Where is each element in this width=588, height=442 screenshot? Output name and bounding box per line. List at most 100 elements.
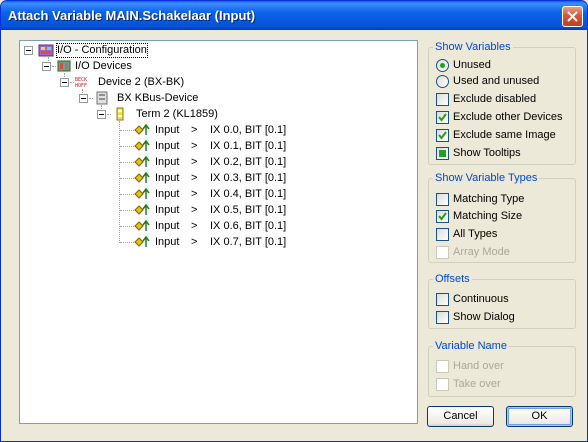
- tree-node-input[interactable]: Input > IX 0.4, BIT [0.1]: [20, 187, 320, 202]
- collapse-toggle-icon[interactable]: [24, 46, 33, 55]
- tree-node-term-2[interactable]: Term 2 (KL1859): [20, 107, 240, 122]
- tree-node-input[interactable]: Input > IX 0.1, BIT [0.1]: [20, 139, 320, 154]
- collapse-toggle-icon[interactable]: [60, 78, 69, 87]
- input-variable-icon: [134, 187, 150, 199]
- input-address: IX 0.4, BIT [0.1]: [210, 188, 287, 200]
- input-variable-icon: [134, 203, 150, 215]
- input-name: Input: [155, 188, 180, 200]
- input-arrow: >: [191, 204, 198, 216]
- input-address: IX 0.6, BIT [0.1]: [210, 220, 287, 232]
- collapse-toggle-icon[interactable]: [97, 110, 106, 119]
- offsets-group: Offsets Continuous Show Dialog: [428, 273, 576, 329]
- title-bar[interactable]: Attach Variable MAIN.Schakelaar (Input): [1, 1, 587, 30]
- group-title: Show Variable Types: [433, 172, 540, 184]
- tree-node-io-configuration[interactable]: I/O - Configuration: [20, 43, 220, 58]
- show-variables-group: Show Variables Unused Used and unused Ex…: [428, 41, 576, 165]
- tree-connector: [120, 226, 134, 227]
- tree-node-input[interactable]: Input > IX 0.3, BIT [0.1]: [20, 171, 320, 186]
- input-name: Input: [155, 156, 180, 168]
- tree-connector: [120, 146, 134, 147]
- radio-selected-dot: [440, 63, 445, 68]
- tree-node-io-devices[interactable]: I/O Devices: [20, 59, 220, 74]
- option-label: Exclude same Image: [453, 129, 556, 141]
- input-name: Input: [155, 204, 180, 216]
- checkbox-icon[interactable]: [436, 293, 449, 306]
- option-label: Continuous: [453, 293, 509, 305]
- checkbox-checked-icon[interactable]: [436, 210, 449, 223]
- kbus-device-icon: [96, 91, 108, 105]
- tree-connector: [120, 162, 134, 163]
- tree-label: BX KBus-Device: [117, 92, 199, 104]
- group-title: Show Variables: [433, 41, 513, 53]
- input-variable-icon: [134, 139, 150, 151]
- input-address: IX 0.3, BIT [0.1]: [210, 172, 287, 184]
- checkbox-disabled-icon: [436, 360, 449, 373]
- radio-button-icon[interactable]: [436, 59, 449, 72]
- input-variable-icon: [134, 171, 150, 183]
- cancel-button[interactable]: Cancel: [427, 406, 494, 427]
- group-title: Offsets: [433, 273, 472, 285]
- input-arrow: >: [191, 172, 198, 184]
- tree-node-bx-kbus-device[interactable]: BX KBus-Device: [20, 91, 240, 106]
- input-arrow: >: [191, 156, 198, 168]
- close-icon: [567, 11, 578, 22]
- input-name: Input: [155, 236, 180, 248]
- input-arrow: >: [191, 124, 198, 136]
- checkbox-icon[interactable]: [436, 93, 449, 106]
- checkbox-icon[interactable]: [436, 193, 449, 206]
- group-title: Variable Name: [433, 340, 509, 352]
- ok-button[interactable]: OK: [506, 406, 573, 427]
- io-devices-icon: [57, 60, 71, 72]
- radio-button-icon[interactable]: [436, 75, 449, 88]
- input-address: IX 0.7, BIT [0.1]: [210, 236, 287, 248]
- input-variable-icon: [134, 155, 150, 167]
- variable-name-group: Variable Name Hand over Take over: [428, 340, 576, 397]
- checkbox-disabled-icon: [436, 378, 449, 391]
- checkbox-checked-icon[interactable]: [436, 111, 449, 124]
- input-arrow: >: [191, 140, 198, 152]
- checkbox-indeterminate-icon[interactable]: [436, 147, 449, 160]
- tree-label: I/O - Configuration: [56, 43, 148, 58]
- tree-connector: [107, 114, 111, 115]
- window-title: Attach Variable MAIN.Schakelaar (Input): [8, 8, 256, 23]
- tree-label: Device 2 (BX-BK): [98, 76, 185, 88]
- option-label: Matching Size: [453, 210, 523, 222]
- tree-node-input[interactable]: Input > IX 0.0, BIT [0.1]: [20, 123, 320, 138]
- beckhoff-device-icon: BECK HOFF: [75, 77, 87, 89]
- input-address: IX 0.2, BIT [0.1]: [210, 156, 287, 168]
- option-label: Used and unused: [453, 75, 540, 87]
- collapse-toggle-icon[interactable]: [79, 94, 88, 103]
- checkbox-icon[interactable]: [436, 228, 449, 241]
- tree-node-input[interactable]: Input > IX 0.7, BIT [0.1]: [20, 235, 320, 250]
- input-name: Input: [155, 220, 180, 232]
- attach-variable-dialog: Attach Variable MAIN.Schakelaar (Input) …: [0, 0, 588, 442]
- input-name: Input: [155, 172, 180, 184]
- input-address: IX 0.1, BIT [0.1]: [210, 140, 287, 152]
- terminal-icon: [116, 107, 124, 121]
- tree-connector: [120, 130, 134, 131]
- option-label: Exclude disabled: [453, 93, 537, 105]
- checkbox-icon[interactable]: [436, 311, 449, 324]
- io-tree-view[interactable]: I/O - Configuration I/O Devices BECK HOF…: [19, 40, 418, 424]
- input-arrow: >: [191, 220, 198, 232]
- option-label: All Types: [453, 228, 498, 240]
- tree-node-device-2[interactable]: BECK HOFF Device 2 (BX-BK): [20, 75, 240, 90]
- tree-connector: [120, 194, 134, 195]
- input-variable-icon: [134, 123, 150, 135]
- tree-node-input[interactable]: Input > IX 0.2, BIT [0.1]: [20, 155, 320, 170]
- tree-connector: [120, 210, 134, 211]
- option-label: Unused: [453, 59, 491, 71]
- io-configuration-icon: [38, 44, 54, 57]
- input-name: Input: [155, 124, 180, 136]
- option-label: Hand over: [453, 360, 504, 372]
- tree-connector: [120, 178, 134, 179]
- tree-node-input[interactable]: Input > IX 0.6, BIT [0.1]: [20, 219, 320, 234]
- checkbox-checked-icon[interactable]: [436, 129, 449, 142]
- svg-text:HOFF: HOFF: [75, 83, 87, 89]
- tree-node-input[interactable]: Input > IX 0.5, BIT [0.1]: [20, 203, 320, 218]
- tree-connector: [89, 98, 93, 99]
- collapse-toggle-icon[interactable]: [42, 62, 51, 71]
- show-variable-types-group: Show Variable Types Matching Type Matchi…: [428, 172, 576, 263]
- close-button[interactable]: [562, 6, 583, 27]
- tree-connector: [70, 82, 74, 83]
